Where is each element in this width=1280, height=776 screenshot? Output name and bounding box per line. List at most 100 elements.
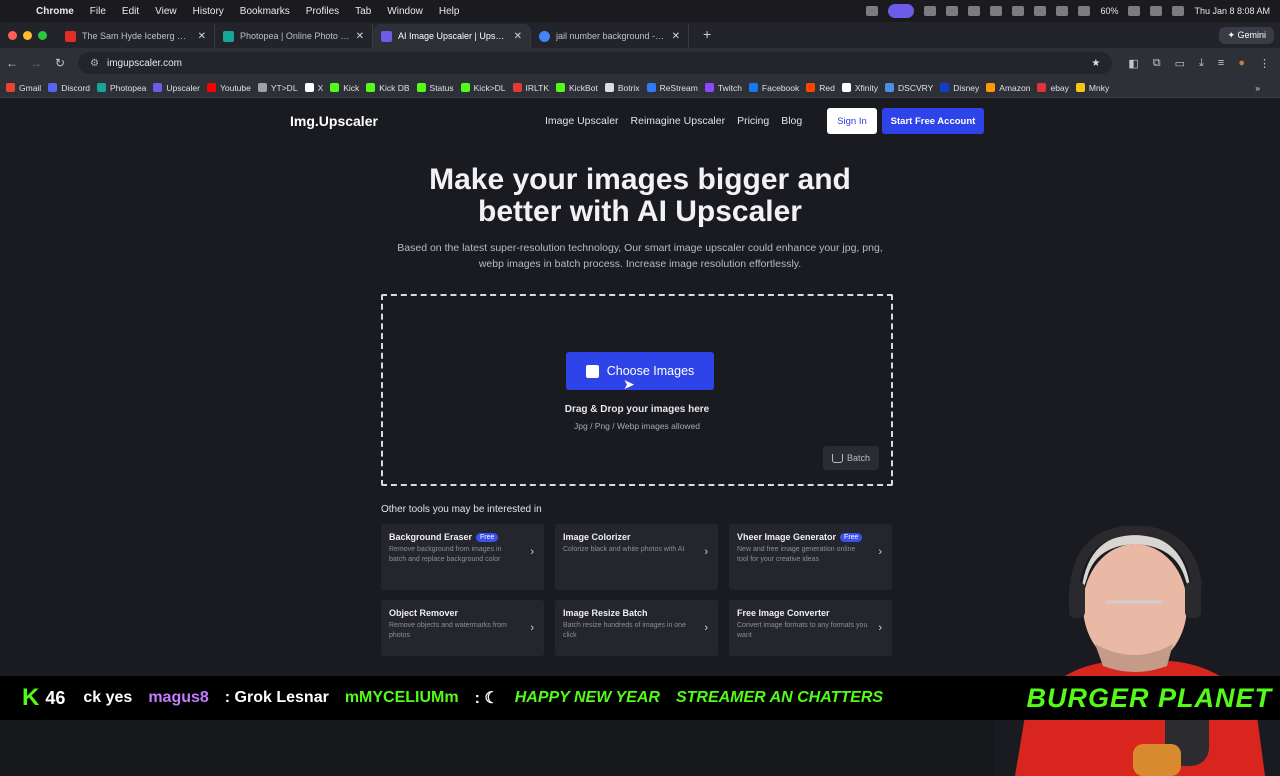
bluetooth-icon[interactable] [1056,6,1069,16]
menu-bookmarks[interactable]: Bookmarks [234,6,300,17]
tool-card[interactable]: Image Resize Batch Batch resize hundreds … [555,600,718,656]
close-tab-icon[interactable]: ✕ [672,31,680,42]
tool-card[interactable]: Background Eraser Free Remove background f… [381,524,544,590]
tool-card-header: Object Remover [389,608,520,618]
bookmark-item[interactable]: Twitch [704,83,749,93]
close-window-button[interactable] [8,31,17,40]
profile-avatar-icon[interactable]: ● [1238,57,1245,70]
menu-profiles[interactable]: Profiles [300,6,349,17]
wifi-icon[interactable] [1078,6,1091,16]
extension-icon[interactable]: ◧ [1128,57,1138,70]
nav-blog[interactable]: Blog [781,115,802,127]
minimize-window-button[interactable] [23,31,32,40]
status-app-icon[interactable] [924,6,937,16]
bookmark-item[interactable]: Photopea [97,83,153,93]
bookmark-item[interactable]: Kick>DL [460,83,513,93]
bookmark-item[interactable]: Status [416,83,461,93]
bookmark-star-icon[interactable]: ★ [1091,58,1100,69]
tool-card[interactable]: Free Image Converter Convert image format… [729,600,892,656]
close-tab-icon[interactable]: ✕ [198,31,206,42]
close-tab-icon[interactable]: ✕ [356,31,364,42]
puzzle-icon[interactable]: ⧉ [1153,57,1161,70]
image-dropzone[interactable]: Choose Images ➤ Drag & Drop your images … [381,294,893,486]
start-free-account-button[interactable]: Start Free Account [882,108,984,134]
chat-message-segment: ck yes [83,689,133,706]
browser-tab[interactable]: jail number background - Goo ✕ [531,24,689,48]
bookmark-item[interactable]: Mnky [1075,83,1116,93]
back-arrow-icon[interactable]: ← [0,56,24,70]
menubar-clock[interactable]: Thu Jan 8 8:08 AM [1194,6,1270,16]
bookmark-item[interactable]: Kick [330,83,366,93]
tool-card[interactable]: Vheer Image Generator Free New and free im… [729,524,892,590]
cast-icon[interactable]: ▭ [1175,57,1185,70]
tab-search-icon[interactable]: ≡ [1218,57,1224,70]
battery-icon[interactable] [1128,6,1141,16]
chevron-right-icon: › [704,546,708,558]
menu-window[interactable]: Window [381,6,433,17]
bookmark-label: KickBot [569,82,598,93]
bookmark-item[interactable]: Youtube [206,83,258,93]
bookmark-item[interactable]: Kick DB [366,83,416,93]
tool-card[interactable]: Image Colorizer Colorize black and white … [555,524,718,590]
bookmark-item[interactable]: Upscaler [153,83,207,93]
browser-tab[interactable]: Photopea | Online Photo Edit ✕ [215,24,373,48]
menu-view[interactable]: View [149,6,187,17]
bookmark-item[interactable]: ReStream [646,83,705,93]
address-bar[interactable]: ⚙ imgupscaler.com ★ [78,52,1113,74]
site-logo[interactable]: Img.Upscaler [290,113,378,129]
volume-icon[interactable] [990,6,1003,16]
download-icon[interactable]: ⤓ [1199,57,1204,70]
bookmark-label: Gmail [19,82,42,93]
new-tab-button[interactable]: + [689,26,721,48]
status-app-icon[interactable] [866,6,879,16]
battery-percent[interactable]: 60% [1100,6,1118,16]
menu-help[interactable]: Help [433,6,470,17]
search-icon[interactable] [1150,6,1163,16]
display-icon[interactable] [1034,6,1047,16]
control-center-icon[interactable] [1172,6,1185,16]
bookmark-item[interactable]: Facebook [748,83,806,93]
tool-card[interactable]: Object Remover Remove objects and waterma… [381,600,544,656]
more-menu-icon[interactable]: ⋮ [1259,57,1270,70]
bookmark-item[interactable]: Red [806,83,842,93]
url-text[interactable]: imgupscaler.com [107,58,182,69]
menu-tab[interactable]: Tab [349,6,381,17]
bookmark-favicon-icon [416,83,426,92]
close-tab-icon[interactable]: ✕ [514,31,522,42]
sign-in-button[interactable]: Sign In [827,108,877,134]
bookmark-item[interactable]: Discord [48,83,97,93]
forward-arrow-icon[interactable]: → [24,56,48,70]
tab-title: Photopea | Online Photo Edit [240,31,350,41]
site-info-icon[interactable]: ⚙ [90,58,99,69]
menu-file[interactable]: File [84,6,116,17]
nav-reimagine-upscaler[interactable]: Reimagine Upscaler [631,115,726,127]
choose-images-button[interactable]: Choose Images [566,352,714,390]
bookmark-item[interactable]: X [304,83,331,93]
bookmark-item[interactable]: ebay [1037,83,1075,93]
browser-tab-active[interactable]: AI Image Upscaler | Upscale I ✕ [373,24,531,48]
nav-pricing[interactable]: Pricing [737,115,769,127]
nav-image-upscaler[interactable]: Image Upscaler [545,115,619,127]
recording-indicator-icon[interactable] [888,4,915,18]
zoom-window-button[interactable] [38,31,47,40]
bookmark-item[interactable]: YT>DL [257,83,305,93]
gemini-button[interactable]: ✦ Gemini [1219,27,1274,44]
status-app-icon[interactable] [946,6,959,16]
menu-history[interactable]: History [187,6,234,17]
bookmark-item[interactable]: Gmail [6,83,48,93]
play-icon[interactable] [968,6,981,16]
bookmark-item[interactable]: Disney [940,83,986,93]
bookmark-item[interactable]: IRLTK [512,83,556,93]
browser-tab[interactable]: The Sam Hyde Iceberg Explai ✕ [57,24,215,48]
bookmark-item[interactable]: Xfinity [841,83,885,93]
bookmark-item[interactable]: Amazon [986,83,1037,93]
bookmark-item[interactable]: Botrix [604,83,647,93]
reload-icon[interactable]: ↻ [48,56,72,70]
batch-button[interactable]: Batch [823,446,879,470]
bookmark-item[interactable]: KickBot [556,83,605,93]
status-app-icon[interactable] [1012,6,1025,16]
bookmark-item[interactable]: DSCVRY [885,83,940,93]
menu-app-name[interactable]: Chrome [30,6,84,17]
menu-edit[interactable]: Edit [116,6,149,17]
bookmarks-overflow-icon[interactable]: » [1255,83,1280,93]
